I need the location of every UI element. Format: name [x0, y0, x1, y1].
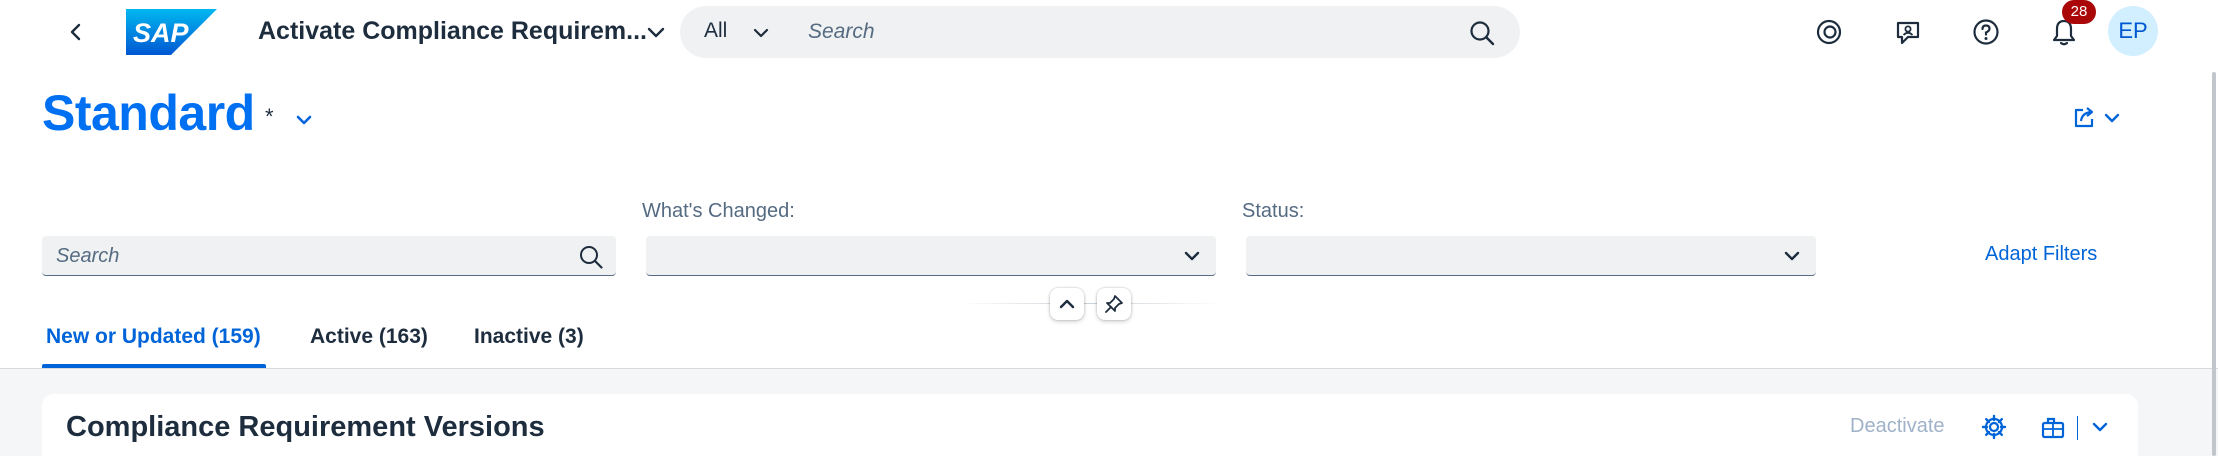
filter-search-input[interactable]: Search — [42, 236, 616, 276]
sap-logo[interactable]: SAP — [126, 9, 217, 55]
feedback-icon — [1896, 21, 1920, 45]
help-icon — [1973, 19, 1999, 45]
avatar[interactable]: EP — [2108, 6, 2158, 56]
back-button[interactable] — [58, 14, 94, 50]
share-button[interactable] — [2070, 102, 2126, 134]
global-search: All — [680, 6, 1520, 58]
chevron-down-icon — [1784, 251, 1800, 261]
pin-icon — [1105, 295, 1123, 313]
search-input[interactable] — [808, 14, 1428, 50]
chevron-down-icon — [2104, 113, 2120, 123]
pin-header-button[interactable] — [1097, 288, 1131, 320]
help-button[interactable] — [1969, 15, 2003, 49]
whats-changed-label: What's Changed: — [642, 200, 795, 222]
notification-badge: 28 — [2062, 0, 2096, 24]
variant-modified-marker: * — [265, 104, 274, 129]
scrollbar[interactable] — [2212, 72, 2216, 456]
search-scope-select[interactable]: All — [704, 19, 727, 43]
adapt-filters-button[interactable]: Adapt Filters — [1985, 243, 2097, 266]
export-icon — [2041, 417, 2065, 439]
shell-bar: SAP Activate Compliance Requirem... All … — [0, 0, 2218, 64]
search-icon[interactable] — [578, 244, 604, 270]
chevron-down-icon[interactable] — [750, 22, 772, 44]
svg-text:SAP: SAP — [133, 18, 190, 48]
export-button[interactable] — [2038, 412, 2068, 442]
table-settings-button[interactable] — [1979, 412, 2009, 442]
whats-changed-select[interactable] — [646, 236, 1216, 276]
chevron-down-icon — [1184, 251, 1200, 261]
status-select[interactable] — [1246, 236, 1816, 276]
status-label: Status: — [1242, 200, 1305, 222]
collapse-header-button[interactable] — [1050, 288, 1084, 320]
filter-search-placeholder: Search — [56, 245, 120, 267]
share-icon — [2074, 107, 2094, 128]
export-menu-button[interactable] — [2085, 412, 2115, 442]
deactivate-button[interactable]: Deactivate — [1850, 415, 1945, 438]
table-title: Compliance Requirement Versions — [66, 411, 545, 443]
header-divider — [960, 303, 1220, 304]
variant-title[interactable]: Standard — [42, 84, 255, 142]
tab-new-or-updated[interactable]: New or Updated (159) — [46, 325, 261, 349]
collapse-icon — [1059, 299, 1075, 309]
chevron-down-icon[interactable] — [290, 106, 318, 134]
chevron-down-icon — [2092, 422, 2108, 432]
copilot-button[interactable] — [1812, 15, 1846, 49]
export-separator — [2077, 416, 2078, 440]
tab-inactive[interactable]: Inactive (3) — [474, 325, 584, 349]
back-icon — [70, 23, 81, 41]
feedback-button[interactable] — [1891, 15, 1925, 49]
table-card: Compliance Requirement Versions Deactiva… — [42, 394, 2138, 464]
copilot-icon — [1816, 19, 1842, 45]
tab-active[interactable]: Active (163) — [310, 325, 428, 349]
settings-icon — [1981, 414, 2007, 440]
chevron-down-icon[interactable] — [644, 20, 668, 44]
search-icon[interactable] — [1468, 19, 1496, 47]
app-title[interactable]: Activate Compliance Requirem... — [258, 17, 647, 46]
